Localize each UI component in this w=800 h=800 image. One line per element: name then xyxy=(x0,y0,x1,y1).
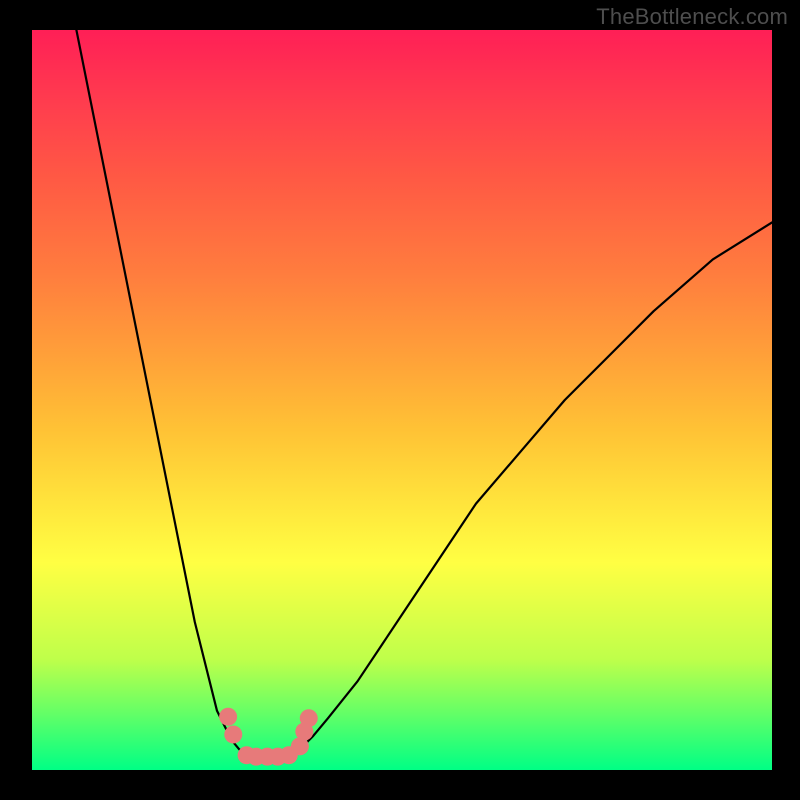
curve-lines xyxy=(76,30,772,754)
chart-svg xyxy=(32,30,772,770)
curve-left-branch xyxy=(76,30,246,754)
scatter-dots xyxy=(219,708,318,766)
plot-area xyxy=(32,30,772,770)
watermark-text: TheBottleneck.com xyxy=(596,4,788,30)
scatter-dot xyxy=(224,725,242,743)
chart-frame: TheBottleneck.com xyxy=(0,0,800,800)
curve-right-branch xyxy=(291,222,772,753)
scatter-dot xyxy=(300,709,318,727)
scatter-dot xyxy=(219,708,237,726)
